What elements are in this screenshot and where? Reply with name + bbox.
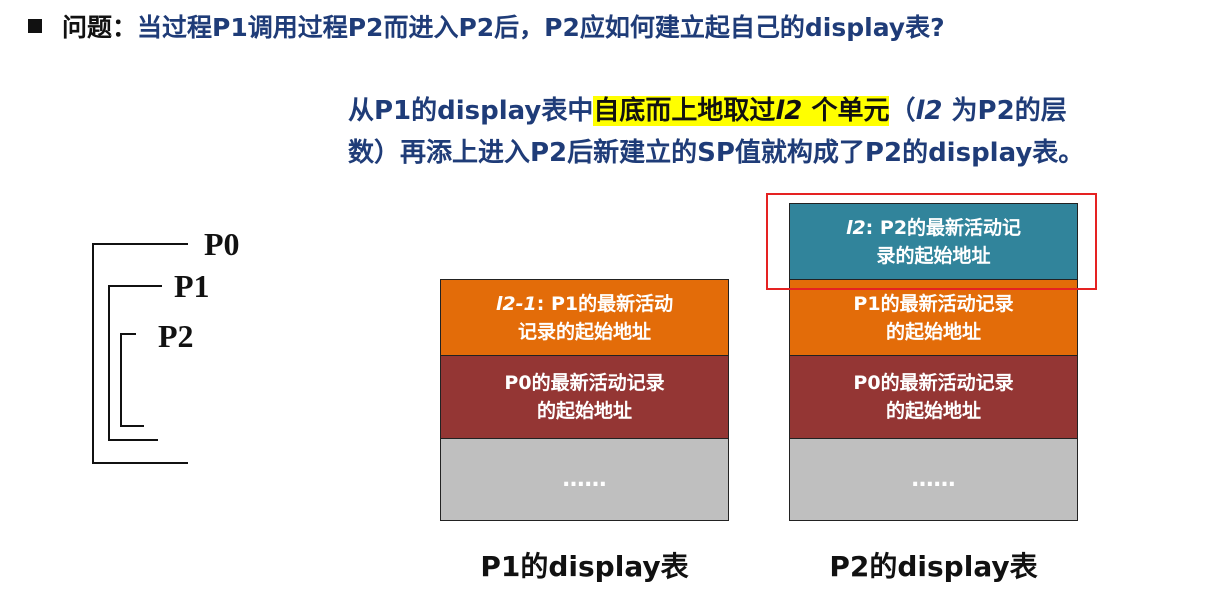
p2-bracket-bottom (120, 425, 144, 427)
p1-table-caption: P1的display表 (480, 550, 689, 583)
p1-table-ellipsis: …… (441, 439, 728, 520)
new-entry-highlight-box (766, 193, 1097, 290)
p2-table-entry-p0: P0的最新活动记录 的起始地址 (790, 356, 1077, 439)
p2-bracket-top (120, 333, 136, 335)
highlighted-phrase: 自底而上地取过l2 个单元 (593, 96, 890, 126)
p2-bracket-side (120, 333, 122, 427)
explanation-line-2: 数）再添上进入P2后新建立的SP值就构成了P2的display表。 (348, 138, 1085, 168)
p2-table-caption: P2的display表 (829, 550, 1038, 583)
p1-display-table: l2-1: P1的最新活动 记录的起始地址 P0的最新活动记录 的起始地址 …… (440, 279, 729, 521)
p1-bracket-top (108, 285, 162, 287)
label-p2: P2 (158, 318, 194, 354)
bullet-square-icon (28, 19, 42, 33)
question-line: 问题： 当过程P1调用过程P2而进入P2后，P2应如何建立起自己的display… (28, 4, 945, 48)
p0-bracket-bottom (92, 462, 188, 464)
explanation: 从P1的display表中自底而上地取过l2 个单元（l2 为P2的层 数）再添… (348, 90, 1223, 174)
p0-bracket-side (92, 243, 94, 464)
label-p0: P0 (204, 226, 240, 262)
p1-bracket-bottom (108, 439, 158, 441)
question-prefix: 问题： (62, 13, 138, 42)
p0-bracket-top (92, 243, 188, 245)
label-p1: P1 (174, 268, 210, 304)
question-text: 当过程P1调用过程P2而进入P2后，P2应如何建立起自己的display表? (137, 13, 945, 42)
p1-bracket-side (108, 285, 110, 441)
p2-table-ellipsis: …… (790, 439, 1077, 520)
explanation-line-1: 从P1的display表中自底而上地取过l2 个单元（l2 为P2的层 (348, 96, 1067, 126)
p1-table-entry-p0: P0的最新活动记录 的起始地址 (441, 356, 728, 439)
p2-table-entry-p1: P1的最新活动记录 的起始地址 (790, 280, 1077, 356)
p1-table-entry-p1: l2-1: P1的最新活动 记录的起始地址 (441, 280, 728, 356)
